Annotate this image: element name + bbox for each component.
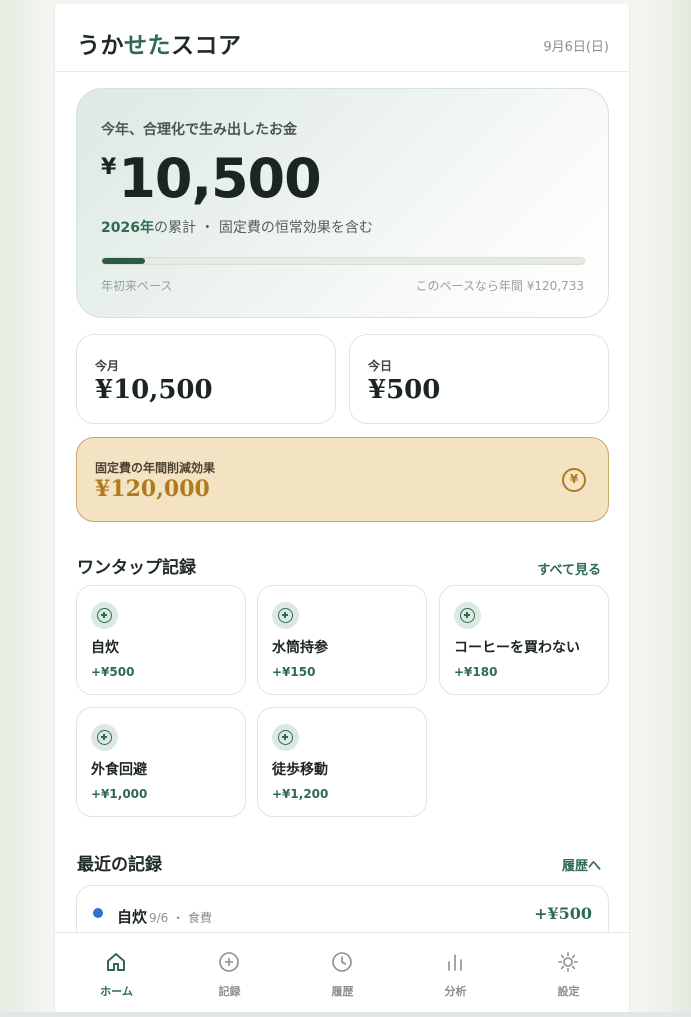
quick-tile-amount: +¥1,200 (272, 787, 329, 801)
nav-home-label: ホーム (100, 985, 133, 998)
fixed-cost-card: 固定費の年間削減効果 ¥120,000 ¥ (76, 437, 609, 522)
bar-chart-icon (448, 954, 462, 971)
app-title-part1: うか (77, 33, 124, 59)
nav-analytics[interactable]: 分析 (398, 933, 513, 1012)
see-all-link[interactable]: すべて見る (537, 559, 601, 578)
plus-circle-icon (272, 724, 299, 751)
recent-record-amount: +¥500 (534, 904, 592, 923)
progress-pace-label: 年初来ペース (101, 279, 173, 293)
plus-circle-icon (91, 724, 118, 751)
app-screen: うかせたスコア 9月6日(日) 今年、合理化で生み出したお金 ¥10,500 2… (54, 4, 630, 1012)
nav-record-label: 記録 (218, 985, 241, 998)
progress-projection-label: このペースなら年間 ¥120,733 (415, 279, 584, 293)
plus-circle-icon (454, 602, 481, 629)
coin-icon: ¥ (562, 468, 586, 492)
quick-tile[interactable]: 水筒持参 +¥150 (257, 585, 427, 695)
quick-tile[interactable]: コーヒーを買わない +¥180 (439, 585, 609, 695)
category-dot (93, 908, 103, 918)
month-stat-label: 今月 (95, 359, 120, 373)
yearly-savings-card: 今年、合理化で生み出したお金 ¥10,500 2026年の累計 ・ 固定費の恒常… (76, 88, 609, 318)
header-date: 9月6日(日) (543, 40, 609, 55)
year-label: 2026年 (101, 220, 154, 236)
month-stat-card: 今月 ¥10,500 (76, 334, 336, 424)
quick-tile-name: 外食回避 (91, 762, 147, 778)
nav-history-label: 履歴 (331, 985, 354, 998)
yearly-savings-value: 10,500 (118, 147, 321, 210)
bottom-nav: ホーム 記録 履歴 分析 設定 (55, 932, 629, 1012)
yearly-progress-fill (102, 258, 146, 264)
recent-record-meta: 9/6 ・ 食費 (149, 911, 212, 925)
recent-records-title: 最近の記録 (77, 855, 162, 875)
recent-record-item[interactable]: 自炊 9/6 ・ 食費 +¥500 (76, 885, 609, 932)
plus-circle-icon (91, 602, 118, 629)
nav-record[interactable]: 記録 (172, 933, 287, 1012)
today-stat-card: 今日 ¥500 (349, 334, 609, 424)
fixed-cost-label: 固定費の年間削減効果 (95, 461, 216, 475)
quick-tile-amount: +¥180 (454, 665, 498, 679)
quick-tile-amount: +¥500 (91, 665, 135, 679)
quick-tile[interactable]: 外食回避 +¥1,000 (76, 707, 246, 817)
quick-tile-name: 水筒持参 (272, 640, 328, 656)
quick-tile-name: コーヒーを買わない (454, 640, 580, 656)
currency-symbol: ¥ (101, 155, 117, 180)
nav-settings[interactable]: 設定 (511, 933, 626, 1012)
today-stat-value: ¥500 (368, 375, 441, 405)
recent-record-name: 自炊 (117, 908, 148, 926)
subtitle-text: の累計 ・ 固定費の恒常効果を含む (153, 220, 373, 236)
quick-record-title: ワンタップ記録 (77, 558, 196, 578)
history-link[interactable]: 履歴へ (562, 855, 601, 874)
yearly-savings-label: 今年、合理化で生み出したお金 (101, 122, 297, 138)
month-stat-value: ¥10,500 (95, 375, 213, 405)
yearly-progress-bar (101, 257, 585, 265)
main-content[interactable]: 今年、合理化で生み出したお金 ¥10,500 2026年の累計 ・ 固定費の恒常… (55, 72, 629, 932)
plus-circle-icon (219, 952, 239, 972)
today-stat-label: 今日 (368, 359, 393, 373)
nav-analytics-label: 分析 (444, 985, 467, 998)
app-header: うかせたスコア 9月6日(日) (55, 4, 629, 72)
app-title-part2: スコア (171, 33, 242, 59)
sun-icon (558, 952, 578, 972)
app-title: うかせたスコア (77, 26, 242, 60)
quick-tile-amount: +¥1,000 (91, 787, 148, 801)
plus-circle-icon (272, 602, 299, 629)
clock-icon (332, 952, 352, 972)
quick-tile-amount: +¥150 (272, 665, 316, 679)
nav-home[interactable]: ホーム (59, 933, 174, 1012)
quick-tile[interactable]: 自炊 +¥500 (76, 585, 246, 695)
quick-tile[interactable]: 徒歩移動 +¥1,200 (257, 707, 427, 817)
quick-tile-name: 自炊 (91, 640, 119, 656)
nav-history[interactable]: 履歴 (285, 933, 400, 1012)
quick-tile-name: 徒歩移動 (272, 762, 328, 778)
bottom-strip (0, 1012, 691, 1017)
yearly-savings-amount: ¥10,500 (101, 147, 322, 210)
app-title-accent: せた (124, 33, 171, 59)
yearly-savings-subtitle: 2026年の累計 ・ 固定費の恒常効果を含む (101, 217, 373, 237)
nav-settings-label: 設定 (557, 985, 580, 998)
fixed-cost-value: ¥120,000 (95, 476, 210, 502)
home-icon (107, 953, 125, 971)
